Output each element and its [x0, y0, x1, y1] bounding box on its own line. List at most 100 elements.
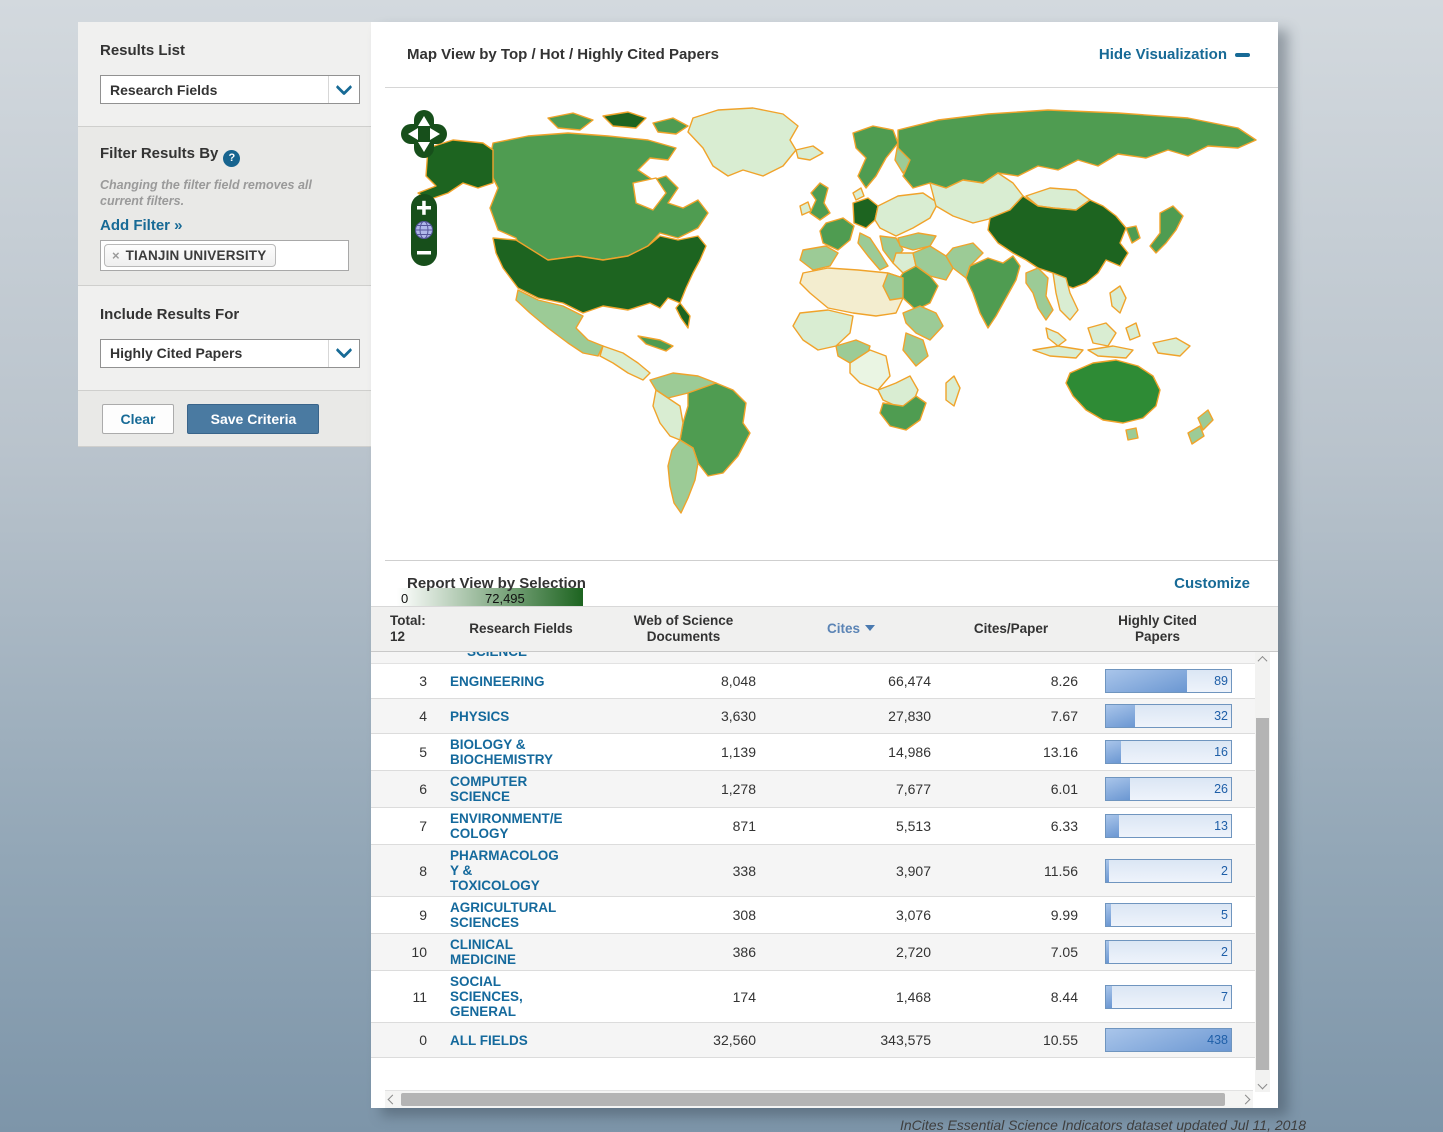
help-icon[interactable]: ?	[223, 150, 240, 167]
hcp-bar-value: 438	[1207, 1033, 1228, 1047]
hcp-bar: 7	[1105, 985, 1232, 1009]
row-rank: 8	[371, 863, 436, 879]
row-rank: 7	[371, 818, 436, 834]
research-field-link[interactable]: PHYSICS	[436, 709, 606, 724]
row-wos-documents: 871	[606, 818, 761, 834]
scroll-down-button[interactable]	[1255, 1077, 1270, 1092]
sidebar: Results List Research Fields Filter Resu…	[78, 22, 371, 447]
hcp-bar: 438	[1105, 1028, 1232, 1052]
research-field-link[interactable]: AGRICULTURALSCIENCES	[436, 900, 606, 930]
row-rank: 9	[371, 907, 436, 923]
vertical-scroll-thumb[interactable]	[1256, 718, 1269, 1070]
hcp-bar-fill	[1106, 904, 1111, 926]
hide-visualization-label[interactable]: Hide Visualization	[1099, 46, 1227, 63]
scroll-right-button[interactable]	[1238, 1091, 1253, 1108]
chevron-down-icon[interactable]	[328, 340, 359, 367]
hcp-bar: 89	[1105, 669, 1232, 693]
row-cites: 27,830	[761, 708, 941, 724]
row-cites-per-paper: 11.56	[941, 863, 1081, 879]
row-wos-documents: 32,560	[606, 1032, 761, 1048]
research-field-link[interactable]: COMPUTERSCIENCE	[436, 774, 606, 804]
row-hcp-cell: 7	[1081, 985, 1234, 1009]
col-highly-cited-papers: Highly Cited Papers	[1081, 613, 1234, 645]
table-row: 11 SOCIALSCIENCES,GENERAL 174 1,468 8.44…	[371, 971, 1255, 1023]
page: Results List Research Fields Filter Resu…	[0, 0, 1443, 1132]
main-panel: Map View by Top / Hot / Highly Cited Pap…	[371, 22, 1278, 1108]
row-hcp-cell: 2	[1081, 859, 1234, 883]
row-wos-documents: 1,278	[606, 781, 761, 797]
row-wos-documents: 8,048	[606, 673, 761, 689]
row-hcp-cell: 16	[1081, 740, 1234, 764]
row-rank: 11	[371, 989, 436, 1005]
table-row: 8 PHARMACOLOGY &TOXICOLOGY 338 3,907 11.…	[371, 845, 1255, 897]
hcp-bar-fill	[1106, 778, 1130, 800]
table-row: 7 ENVIRONMENT/ECOLOGY 871 5,513 6.33 13	[371, 808, 1255, 845]
table-body-rows: SCIENCE 3 ENGINEERING 8,048 66,474 8.26 …	[371, 652, 1255, 1092]
filter-heading: Filter Results By?	[100, 145, 349, 167]
table-header: Total: 12 Research Fields Web of Science…	[371, 606, 1278, 652]
hcp-bar-value: 7	[1221, 990, 1228, 1004]
map-area: 0 72,495	[371, 88, 1278, 522]
scroll-up-button[interactable]	[1255, 652, 1270, 667]
hcp-bar-fill	[1106, 860, 1109, 882]
hcp-bar: 26	[1105, 777, 1232, 801]
sort-desc-icon	[865, 625, 875, 631]
results-list-section: Results List Research Fields	[78, 22, 371, 127]
add-filter-link[interactable]: Add Filter »	[100, 217, 183, 234]
save-criteria-button[interactable]: Save Criteria	[187, 404, 319, 434]
row-rank: 5	[371, 744, 436, 760]
row-hcp-cell: 2	[1081, 940, 1234, 964]
row-cites-per-paper: 10.55	[941, 1032, 1081, 1048]
clipped-field-fragment: SCIENCE	[467, 652, 1255, 659]
research-field-link[interactable]: ALL FIELDS	[436, 1033, 606, 1048]
research-field-link[interactable]: CLINICALMEDICINE	[436, 937, 606, 967]
research-field-link[interactable]: PHARMACOLOGY &TOXICOLOGY	[436, 848, 606, 893]
col-cites-sort[interactable]: Cites	[761, 621, 941, 637]
chevron-down-icon[interactable]	[328, 76, 359, 103]
research-field-link[interactable]: ENVIRONMENT/ECOLOGY	[436, 811, 606, 841]
col-cites-per-paper: Cites/Paper	[941, 621, 1081, 637]
table-row: 3 ENGINEERING 8,048 66,474 8.26 89	[371, 664, 1255, 699]
research-field-link[interactable]: ENGINEERING	[436, 674, 606, 689]
results-list-dropdown[interactable]: Research Fields	[100, 75, 360, 104]
row-cites: 343,575	[761, 1032, 941, 1048]
customize-link[interactable]: Customize	[1174, 575, 1250, 592]
hcp-bar-value: 26	[1214, 782, 1228, 796]
table-row: 9 AGRICULTURALSCIENCES 308 3,076 9.99 5	[371, 897, 1255, 934]
include-results-dropdown[interactable]: Highly Cited Papers	[100, 339, 360, 368]
hcp-bar-fill	[1106, 670, 1187, 692]
hcp-bar-value: 32	[1214, 709, 1228, 723]
row-rank: 3	[371, 673, 436, 689]
hcp-bar-fill	[1106, 941, 1109, 963]
row-cites: 3,907	[761, 863, 941, 879]
row-rank: 6	[371, 781, 436, 797]
map-pan-control[interactable]	[401, 108, 448, 185]
row-wos-documents: 174	[606, 989, 761, 1005]
remove-filter-icon[interactable]: ×	[112, 248, 120, 263]
globe-icon	[416, 222, 433, 239]
horizontal-scroll-thumb[interactable]	[401, 1093, 1225, 1106]
col-wos-documents: Web of Science Documents	[606, 613, 761, 645]
row-cites-per-paper: 6.33	[941, 818, 1081, 834]
clear-button[interactable]: Clear	[102, 404, 174, 434]
row-hcp-cell: 13	[1081, 814, 1234, 838]
clipped-table-row: SCIENCE	[371, 652, 1255, 664]
row-cites-per-paper: 13.16	[941, 744, 1081, 760]
row-hcp-cell: 89	[1081, 669, 1234, 693]
row-wos-documents: 338	[606, 863, 761, 879]
research-field-link[interactable]: BIOLOGY &BIOCHEMISTRY	[436, 737, 606, 767]
report-view-title: Report View by Selection	[407, 575, 586, 592]
row-cites-per-paper: 6.01	[941, 781, 1081, 797]
scroll-left-button[interactable]	[385, 1091, 400, 1108]
filter-note: Changing the filter field removes all cu…	[100, 177, 350, 209]
horizontal-scrollbar[interactable]	[385, 1090, 1253, 1108]
hcp-bar: 2	[1105, 940, 1232, 964]
hcp-bar-value: 5	[1221, 908, 1228, 922]
filter-tag[interactable]: × TIANJIN UNIVERSITY	[104, 244, 276, 267]
map-zoom-control[interactable]	[411, 194, 437, 266]
hide-visualization-link[interactable]: Hide Visualization	[1099, 46, 1250, 63]
row-rank: 0	[371, 1032, 436, 1048]
world-map[interactable]	[371, 88, 1278, 522]
research-field-link[interactable]: SOCIALSCIENCES,GENERAL	[436, 974, 606, 1019]
vertical-scrollbar[interactable]	[1255, 652, 1270, 1092]
